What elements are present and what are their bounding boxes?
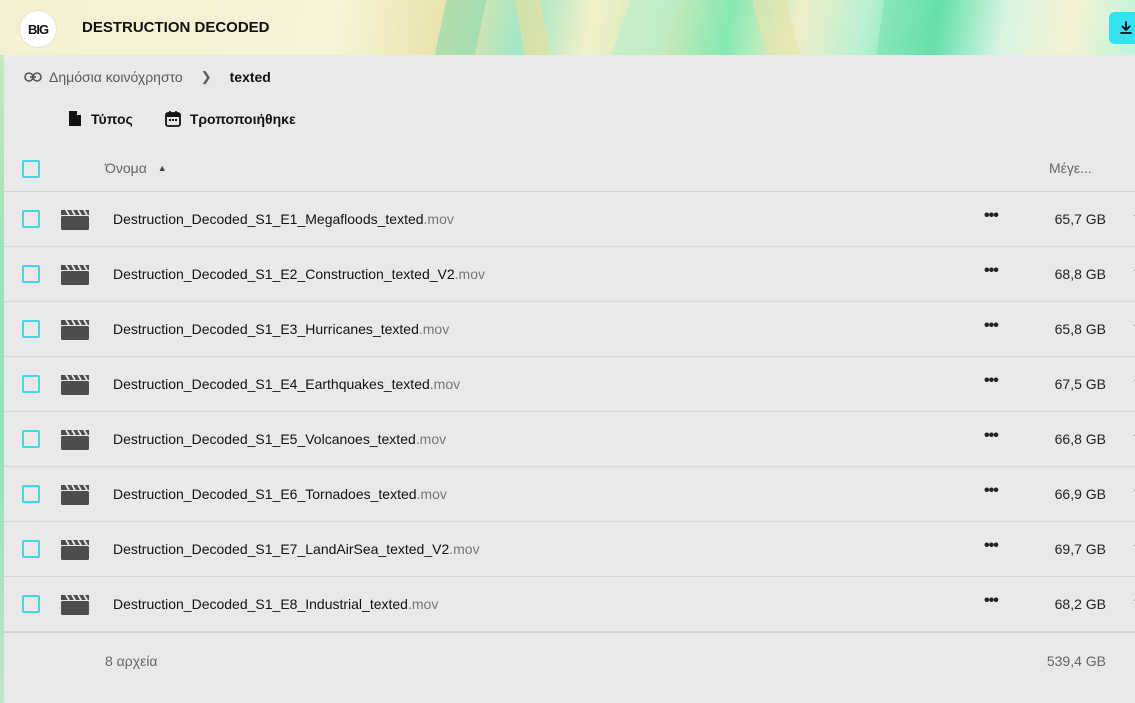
file-name-base: Destruction_Decoded_S1_E8_Industrial_tex… <box>113 596 408 612</box>
sort-ascending-icon: ▲ <box>157 163 167 173</box>
chevron-right-icon: ❯ <box>200 69 212 84</box>
file-row[interactable]: Destruction_Decoded_S1_E5_Volcanoes_text… <box>4 412 1135 467</box>
column-size-label: Μέγε... <box>1049 160 1092 176</box>
file-extension: .mov <box>449 541 480 557</box>
file-row[interactable]: Destruction_Decoded_S1_E6_Tornadoes_text… <box>4 467 1135 522</box>
file-size: 66,8 GB <box>1054 431 1106 447</box>
more-horizontal-icon[interactable]: ••• <box>984 262 999 280</box>
brand-logo[interactable]: BIG <box>20 11 56 47</box>
file-count: 8 αρχεία <box>105 653 158 669</box>
list-footer: 8 αρχεία 539,4 GB <box>4 632 1135 691</box>
file-row[interactable]: Destruction_Decoded_S1_E3_Hurricanes_tex… <box>4 302 1135 357</box>
download-icon <box>1120 21 1132 34</box>
file-name-base: Destruction_Decoded_S1_E7_LandAirSea_tex… <box>113 541 450 557</box>
file-extension: .mov <box>454 266 486 282</box>
file-row[interactable]: Destruction_Decoded_S1_E7_LandAirSea_tex… <box>4 522 1135 577</box>
file-row[interactable]: Destruction_Decoded_S1_E1_Megafloods_tex… <box>4 192 1135 247</box>
file-row[interactable]: Destruction_Decoded_S1_E4_Earthquakes_te… <box>4 357 1135 412</box>
file-extension: .mov <box>429 376 461 392</box>
file-name[interactable]: Destruction_Decoded_S1_E5_Volcanoes_text… <box>113 431 446 447</box>
file-name[interactable]: Destruction_Decoded_S1_E7_LandAirSea_tex… <box>113 541 480 557</box>
filter-modified-button[interactable]: Τροποποιήθηκε <box>164 110 296 127</box>
more-horizontal-icon[interactable]: ••• <box>984 592 999 610</box>
column-name-header[interactable]: Όνομα ▲ <box>105 160 167 176</box>
more-horizontal-icon[interactable]: ••• <box>984 537 999 555</box>
video-clapperboard-icon <box>61 209 89 230</box>
calendar-icon <box>164 111 181 127</box>
row-checkbox[interactable] <box>22 430 40 448</box>
more-horizontal-icon[interactable]: ••• <box>984 207 999 225</box>
more-horizontal-icon[interactable]: ••• <box>984 482 999 500</box>
file-extension: .mov <box>423 211 454 227</box>
select-all-checkbox[interactable] <box>22 160 40 178</box>
file-name[interactable]: Destruction_Decoded_S1_E1_Megafloods_tex… <box>113 211 454 227</box>
row-checkbox[interactable] <box>22 485 40 503</box>
file-name-base: Destruction_Decoded_S1_E4_Earthquakes_te… <box>113 376 430 392</box>
file-name-base: Destruction_Decoded_S1_E2_Construction_t… <box>113 266 455 282</box>
file-name[interactable]: Destruction_Decoded_S1_E8_Industrial_tex… <box>113 596 438 612</box>
file-extension: .mov <box>418 321 450 337</box>
document-icon <box>69 111 81 126</box>
table-header: Όνομα ▲ Μέγε... <box>4 145 1135 192</box>
file-size: 66,9 GB <box>1054 486 1106 502</box>
file-size: 65,7 GB <box>1054 211 1106 227</box>
download-button[interactable] <box>1109 12 1135 44</box>
row-checkbox[interactable] <box>22 375 40 393</box>
column-name-label: Όνομα <box>105 160 147 176</box>
row-checkbox[interactable] <box>22 595 40 613</box>
video-clapperboard-icon <box>61 594 89 615</box>
filter-type-label: Τύπος <box>91 110 133 127</box>
row-checkbox[interactable] <box>22 540 40 558</box>
file-list: Destruction_Decoded_S1_E1_Megafloods_tex… <box>4 192 1135 632</box>
file-extension: .mov <box>407 596 439 612</box>
more-horizontal-icon[interactable]: ••• <box>984 427 999 445</box>
breadcrumb-root[interactable]: Δημόσια κοινόχρηστο <box>49 69 183 85</box>
file-size: 68,2 GB <box>1054 596 1106 612</box>
app-title: DESTRUCTION DECODED <box>82 19 270 36</box>
row-checkbox[interactable] <box>22 320 40 338</box>
file-name[interactable]: Destruction_Decoded_S1_E2_Construction_t… <box>113 266 485 282</box>
file-row[interactable]: Destruction_Decoded_S1_E8_Industrial_tex… <box>4 577 1135 632</box>
file-name-base: Destruction_Decoded_S1_E5_Volcanoes_text… <box>113 431 416 447</box>
more-horizontal-icon[interactable]: ••• <box>984 317 999 335</box>
breadcrumb: Δημόσια κοινόχρηστο ❯ texted <box>24 69 271 85</box>
file-name[interactable]: Destruction_Decoded_S1_E4_Earthquakes_te… <box>113 376 460 392</box>
video-clapperboard-icon <box>61 264 89 285</box>
column-size-header[interactable]: Μέγε... <box>1049 160 1092 176</box>
video-clapperboard-icon <box>61 539 89 560</box>
row-checkbox[interactable] <box>22 210 40 228</box>
filter-bar: Τύπος Τροποποιήθηκε <box>68 110 328 127</box>
file-size: 69,7 GB <box>1054 541 1106 557</box>
video-clapperboard-icon <box>61 484 89 505</box>
total-size: 539,4 GB <box>1046 653 1106 669</box>
link-icon <box>24 72 42 82</box>
file-extension: .mov <box>415 431 447 447</box>
file-name-base: Destruction_Decoded_S1_E6_Tornadoes_text… <box>113 486 417 502</box>
video-clapperboard-icon <box>61 319 89 340</box>
file-name[interactable]: Destruction_Decoded_S1_E6_Tornadoes_text… <box>113 486 447 502</box>
row-checkbox[interactable] <box>22 265 40 283</box>
file-name-base: Destruction_Decoded_S1_E3_Hurricanes_tex… <box>113 321 419 337</box>
breadcrumb-current: texted <box>229 69 271 85</box>
file-extension: .mov <box>416 486 447 502</box>
video-clapperboard-icon <box>61 374 89 395</box>
more-horizontal-icon[interactable]: ••• <box>984 372 999 390</box>
file-name-base: Destruction_Decoded_S1_E1_Megafloods_tex… <box>113 211 424 227</box>
file-size: 65,8 GB <box>1054 321 1106 337</box>
filter-type-button[interactable]: Τύπος <box>68 110 133 127</box>
file-size: 68,8 GB <box>1054 266 1106 282</box>
file-row[interactable]: Destruction_Decoded_S1_E2_Construction_t… <box>4 247 1135 302</box>
file-size: 67,5 GB <box>1054 376 1106 392</box>
filter-modified-label: Τροποποιήθηκε <box>189 110 296 127</box>
video-clapperboard-icon <box>61 429 89 450</box>
file-browser-panel: Δημόσια κοινόχρηστο ❯ texted Τύπος Τροπο… <box>4 55 1135 703</box>
file-name[interactable]: Destruction_Decoded_S1_E3_Hurricanes_tex… <box>113 321 449 337</box>
